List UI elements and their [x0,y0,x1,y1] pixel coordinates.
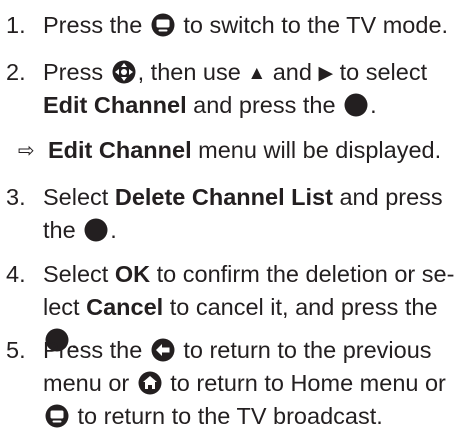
text-segment: and press [332,184,443,210]
text-segment: lect [43,294,87,320]
step-number: 2. [6,59,26,85]
right-triangle-icon: ▶ [318,63,334,84]
text-segment: the [43,217,83,243]
step-2-result: ⇨ Edit Channel menu will be displayed. [18,134,441,168]
up-triangle-icon: ▲ [247,63,267,84]
bold-term: Delete Channel List [114,184,333,210]
text-segment: menu will be displayed. [191,137,442,163]
tv-button-icon [45,404,69,428]
text-segment: . [110,217,117,243]
text-segment: Press the [43,337,149,363]
text-segment: to select [333,59,428,85]
result-arrow-icon: ⇨ [18,140,35,162]
options-dpad-icon [112,60,136,84]
bold-term: Edit Channel [43,92,187,118]
text-segment: to confirm the deletion or se- [150,261,455,287]
text-segment: and [266,59,319,85]
step-number: 4. [6,261,26,287]
text-segment: to return to the previous [176,337,432,363]
text-segment: , then use [137,59,248,85]
step-number: 3. [6,184,26,210]
text-segment: menu or [43,370,136,396]
step-number: 5. [6,337,26,363]
back-arrow-icon [151,338,175,362]
text-segment: . [370,92,377,118]
home-icon [138,371,162,395]
bold-term: Cancel [86,294,164,320]
text-segment: Press the [43,12,149,38]
ok-button-icon [344,93,368,117]
text-segment: to return to Home menu or [163,370,446,396]
instruction-list: 1. Press the to switch to the TV mode. 2… [0,0,463,433]
text-segment: Select [43,184,115,210]
text-segment: Press [43,59,110,85]
step-number: 1. [6,12,26,38]
text-segment: to switch to the TV mode. [176,12,449,38]
ok-button-icon [84,218,108,242]
tv-button-icon [151,13,175,37]
text-segment: to cancel it, and press the [163,294,438,320]
text-segment: to return to the TV broadcast. [71,403,383,429]
text-segment: and press the [186,92,343,118]
bold-term: OK [114,261,151,287]
bold-term: Edit Channel [48,137,192,163]
text-segment: Select [43,261,115,287]
